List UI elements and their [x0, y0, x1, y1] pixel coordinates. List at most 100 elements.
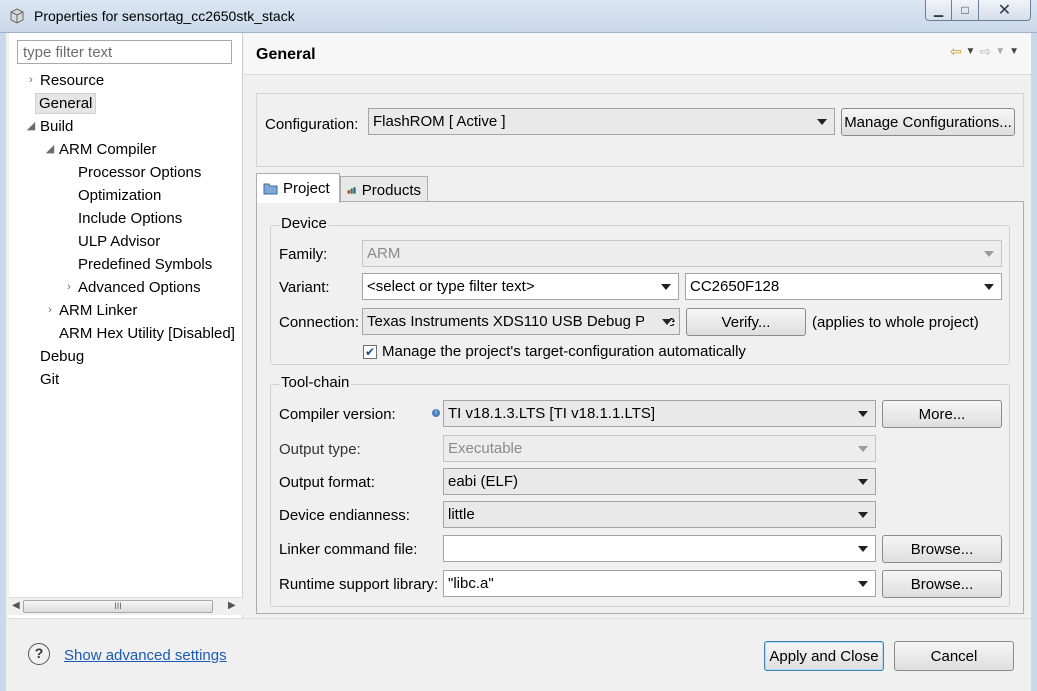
chevron-right-icon[interactable]: ›: [63, 277, 75, 298]
variant-label: Variant:: [279, 279, 330, 296]
chevron-down-icon: [858, 512, 868, 518]
more-button[interactable]: More...: [882, 400, 1002, 428]
chevron-right-icon[interactable]: ›: [44, 300, 56, 321]
output-format-select[interactable]: eabi (ELF): [443, 468, 876, 495]
chevron-right-icon[interactable]: ›: [25, 70, 37, 91]
applies-note: (applies to whole project): [812, 314, 979, 331]
tree-item-label: ARM Linker: [59, 302, 138, 319]
maximize-button[interactable]: □: [952, 0, 979, 21]
window-title: Properties for sensortag_cc2650stk_stack: [34, 8, 295, 24]
tree-item-label: Debug: [40, 348, 85, 365]
show-advanced-settings-link[interactable]: Show advanced settings: [64, 647, 227, 664]
runtime-support-library-combo[interactable]: "libc.a": [443, 570, 876, 597]
tab-project[interactable]: Project: [256, 173, 340, 203]
tree-item-label: ARM Hex Utility [Disabled]: [59, 325, 235, 342]
manage-configurations-button[interactable]: Manage Configurations...: [841, 108, 1015, 136]
chevron-down-icon: [984, 284, 994, 290]
help-icon[interactable]: ?: [28, 643, 50, 665]
chevron-down-icon: [858, 546, 868, 552]
device-endianness-value: little: [448, 506, 475, 523]
maximize-icon: □: [961, 3, 969, 17]
scrollbar-thumb[interactable]: III: [23, 600, 213, 613]
device-group: Device Family: ARM Variant: <select or t…: [270, 215, 1010, 365]
products-icon: [347, 187, 356, 194]
info-icon: i: [432, 409, 440, 417]
back-arrow-icon[interactable]: ⇦: [950, 43, 962, 60]
variant-filter-value: <select or type filter text>: [367, 278, 535, 295]
verify-button[interactable]: Verify...: [686, 308, 806, 336]
variant-value: CC2650F128: [690, 278, 780, 295]
close-window-button[interactable]: ✕: [979, 0, 1031, 21]
configuration-select[interactable]: FlashROM [ Active ]: [368, 108, 835, 135]
scroll-right-arrow-icon[interactable]: ▶: [228, 600, 236, 611]
chevron-down-icon: [662, 319, 672, 325]
toolchain-group-title: Tool-chain: [279, 374, 352, 391]
expanded-triangle-icon[interactable]: ◢: [44, 139, 56, 160]
tree-item-label: Advanced Options: [78, 279, 201, 296]
device-endianness-select[interactable]: little: [443, 501, 876, 528]
linker-command-file-combo[interactable]: [443, 535, 876, 562]
window-controls: ▁ □ ✕: [925, 0, 1031, 22]
window-titlebar: Properties for sensortag_cc2650stk_stack…: [0, 0, 1037, 33]
apply-and-close-button[interactable]: Apply and Close: [764, 641, 884, 671]
configuration-label: Configuration:: [265, 116, 359, 133]
browse-runtime-library-button[interactable]: Browse...: [882, 570, 1002, 598]
tab-label: Products: [361, 182, 421, 199]
cancel-button[interactable]: Cancel: [894, 641, 1014, 671]
project-tab-content: Device Family: ARM Variant: <select or t…: [256, 201, 1024, 614]
page-navigation: ⇦ ▼ ⇨ ▼ ▼: [950, 43, 1019, 60]
forward-dropdown-icon[interactable]: ▼: [995, 46, 1005, 57]
tree-item-label: ULP Advisor: [78, 233, 161, 250]
browse-linker-file-button[interactable]: Browse...: [882, 535, 1002, 563]
chevron-down-icon: [661, 284, 671, 290]
minimize-button[interactable]: ▁: [925, 0, 952, 21]
scroll-left-arrow-icon[interactable]: ◀: [12, 600, 20, 611]
output-type-label: Output type:: [279, 441, 361, 458]
output-type-select: Executable: [443, 435, 876, 462]
dialog-footer: ? Show advanced settings Apply and Close…: [6, 618, 1031, 688]
tree-item-label: Predefined Symbols: [78, 256, 213, 273]
compiler-version-label: Compiler version:: [279, 406, 396, 423]
chevron-down-icon: [858, 479, 868, 485]
output-format-label: Output format:: [279, 474, 375, 491]
configuration-value: FlashROM [ Active ]: [373, 113, 506, 130]
tree-horizontal-scrollbar[interactable]: ◀ III ▶: [9, 597, 243, 615]
filter-input[interactable]: [17, 40, 232, 64]
device-group-title: Device: [279, 215, 329, 232]
connection-value: Texas Instruments XDS110 USB Debug Probe: [367, 313, 676, 330]
family-value: ARM: [367, 245, 401, 262]
tab-products[interactable]: Products: [340, 176, 428, 204]
chevron-down-icon: [858, 411, 868, 417]
tree-item-label: Include Options: [78, 210, 183, 227]
project-folder-icon: [263, 183, 278, 195]
forward-arrow-icon[interactable]: ⇨: [979, 43, 991, 60]
runtime-support-library-label: Runtime support library:: [279, 576, 439, 593]
back-dropdown-icon[interactable]: ▼: [966, 46, 976, 57]
expanded-triangle-icon[interactable]: ◢: [25, 116, 37, 137]
tree-item-label: General: [35, 93, 97, 114]
compiler-version-value: TI v18.1.3.LTS [TI v18.1.1.LTS]: [448, 405, 656, 422]
chevron-down-icon: [858, 581, 868, 587]
family-label: Family:: [279, 246, 328, 263]
tree-item-label: ARM Compiler: [59, 141, 157, 158]
property-tree-pane: › Resource General ◢ Build ◢ ARM Compile…: [9, 33, 243, 618]
tree-item-label: Processor Options: [78, 164, 202, 181]
chevron-down-icon: [858, 446, 868, 452]
manage-target-config-checkbox[interactable]: ✔: [363, 345, 377, 359]
compiler-version-select[interactable]: TI v18.1.3.LTS [TI v18.1.1.LTS]: [443, 400, 876, 427]
properties-page: General ⇦ ▼ ⇨ ▼ ▼ Configuration: FlashRO…: [244, 33, 1031, 618]
variant-select[interactable]: CC2650F128: [685, 273, 1002, 300]
variant-filter-combo[interactable]: <select or type filter text>: [362, 273, 679, 300]
property-tree: › Resource General ◢ Build ◢ ARM Compile…: [9, 70, 243, 593]
output-format-value: eabi (ELF): [448, 473, 519, 490]
connection-label: Connection:: [279, 314, 360, 331]
device-endianness-label: Device endianness:: [279, 507, 410, 524]
tree-item-label: Git: [40, 371, 60, 388]
view-menu-icon[interactable]: ▼: [1009, 46, 1019, 57]
connection-select[interactable]: Texas Instruments XDS110 USB Debug Probe: [362, 308, 680, 335]
chevron-down-icon: [984, 251, 994, 257]
scrollbar-grip-icon: III: [114, 601, 122, 611]
close-icon: ✕: [997, 2, 1012, 19]
manage-target-config-label[interactable]: Manage the project's target-configuratio…: [382, 343, 746, 360]
checkmark-icon: ✔: [364, 345, 376, 359]
